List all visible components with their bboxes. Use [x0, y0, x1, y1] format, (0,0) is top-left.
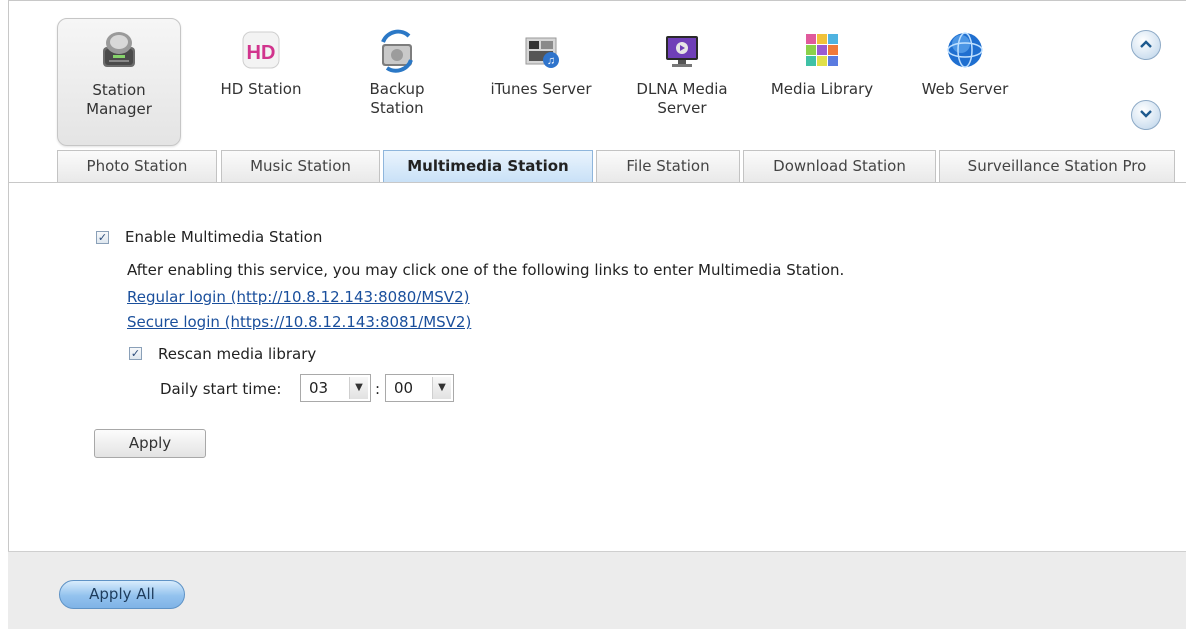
station-manager-icon — [95, 27, 143, 75]
app-label: iTunes Server — [490, 80, 592, 98]
app-label: Media Library — [770, 80, 874, 98]
app-itunes-server[interactable]: ♫ iTunes Server — [479, 18, 603, 146]
time-separator: : — [375, 380, 381, 398]
tab-download-station[interactable]: Download Station — [743, 150, 936, 182]
rescan-library-checkbox[interactable]: ✓ — [129, 347, 142, 360]
app-label: DLNA Media Server — [636, 80, 728, 117]
apply-button[interactable]: Apply — [94, 429, 206, 458]
app-label: Station Manager — [86, 81, 152, 118]
hour-value: 03 — [309, 379, 329, 397]
media-library-icon — [798, 26, 846, 74]
backup-station-icon — [373, 26, 421, 74]
enable-multimedia-checkbox[interactable]: ✓ — [96, 231, 109, 244]
app-dlna-media-server[interactable]: DLNA Media Server — [620, 18, 744, 146]
dlna-media-server-icon — [658, 26, 706, 74]
app-station-manager[interactable]: Station Manager — [57, 18, 181, 146]
svg-text:♫: ♫ — [547, 55, 555, 67]
app-label: HD Station — [220, 80, 302, 98]
apply-all-button[interactable]: Apply All — [59, 580, 185, 609]
chevron-down-icon: ▼ — [349, 377, 368, 399]
scroll-down-button[interactable] — [1131, 100, 1161, 130]
chevron-up-icon — [1139, 38, 1153, 53]
hd-station-icon: HD — [237, 26, 285, 74]
tab-surveillance-station-pro[interactable]: Surveillance Station Pro — [939, 150, 1175, 182]
daily-start-label: Daily start time: — [160, 380, 282, 398]
app-hd-station[interactable]: HD HD Station — [199, 18, 323, 146]
app-web-server[interactable]: Web Server — [903, 18, 1027, 146]
chevron-down-icon: ▼ — [432, 377, 451, 399]
rescan-library-label: Rescan media library — [158, 345, 317, 363]
itunes-server-icon: ♫ — [517, 26, 565, 74]
svg-text:HD: HD — [247, 42, 276, 64]
enable-multimedia-label: Enable Multimedia Station — [125, 228, 323, 246]
service-description: After enabling this service, you may cli… — [127, 261, 845, 279]
scroll-up-button[interactable] — [1131, 30, 1161, 60]
tab-photo-station[interactable]: Photo Station — [57, 150, 217, 182]
regular-login-link[interactable]: Regular login (http://10.8.12.143:8080/M… — [127, 288, 469, 306]
tab-multimedia-station[interactable]: Multimedia Station — [383, 150, 593, 182]
app-label: Web Server — [921, 80, 1009, 98]
minute-value: 00 — [394, 379, 414, 397]
app-backup-station[interactable]: Backup Station — [335, 18, 459, 146]
footer-bar: Apply All — [8, 551, 1186, 629]
app-label: Backup Station — [369, 80, 425, 117]
app-media-library[interactable]: Media Library — [760, 18, 884, 146]
hour-select[interactable]: 03 ▼ — [300, 374, 371, 402]
tab-file-station[interactable]: File Station — [596, 150, 740, 182]
tab-bar: Photo Station Music Station Multimedia S… — [8, 150, 1186, 183]
secure-login-link[interactable]: Secure login (https://10.8.12.143:8081/M… — [127, 313, 471, 331]
tab-music-station[interactable]: Music Station — [221, 150, 380, 182]
chevron-down-icon — [1139, 108, 1153, 123]
web-server-icon — [941, 26, 989, 74]
minute-select[interactable]: 00 ▼ — [385, 374, 454, 402]
